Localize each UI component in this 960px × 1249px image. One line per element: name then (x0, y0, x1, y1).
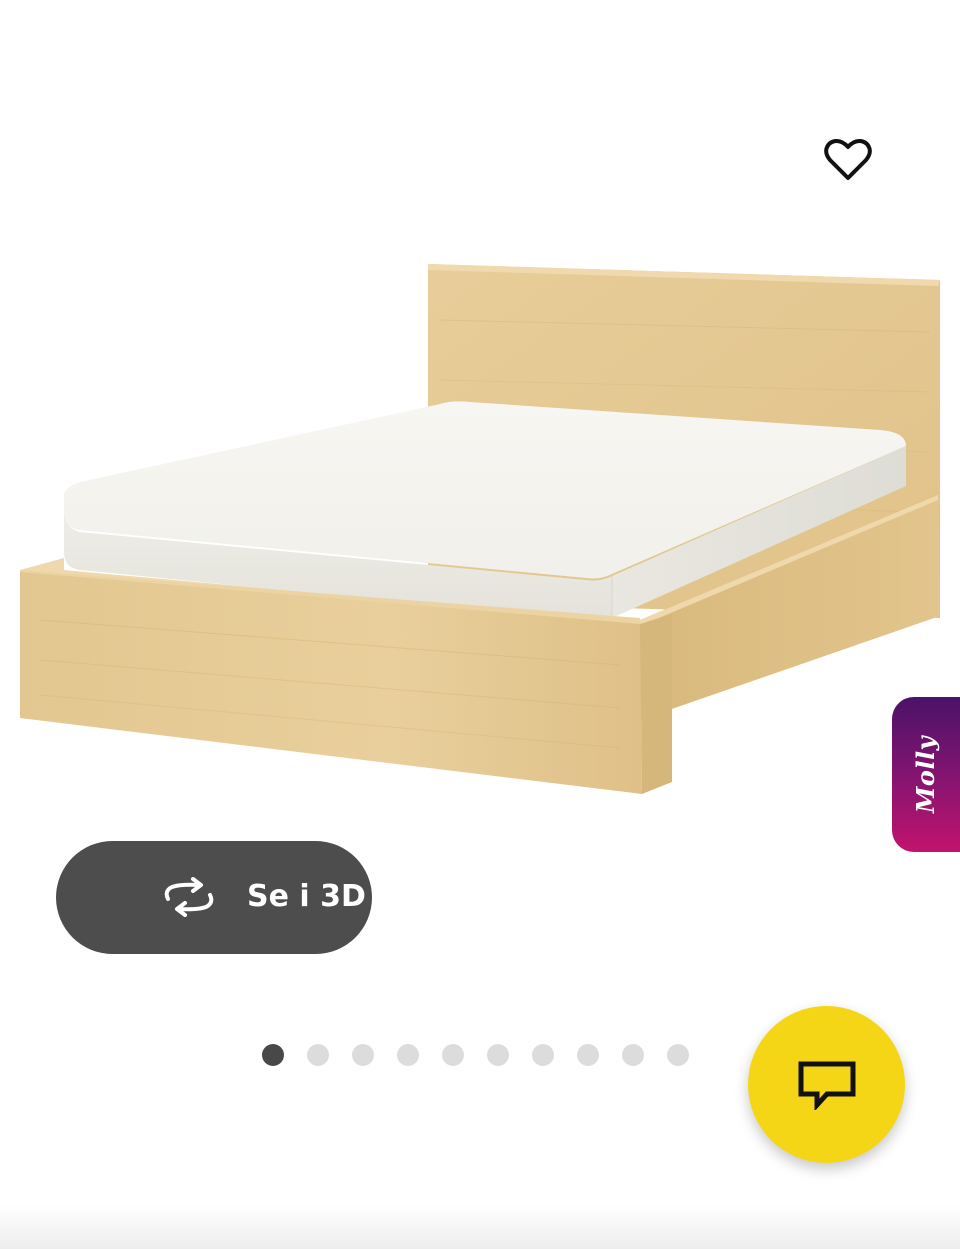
chat-button[interactable] (748, 1006, 905, 1163)
image-pager (262, 1040, 689, 1070)
heart-outline-icon (824, 138, 872, 180)
pager-dot[interactable] (667, 1044, 689, 1066)
pager-dot[interactable] (352, 1044, 374, 1066)
rotate-3d-icon (164, 877, 214, 917)
view-in-3d-button[interactable]: Se i 3D (56, 841, 372, 954)
pager-dot[interactable] (442, 1044, 464, 1066)
molly-label: Molly (911, 735, 941, 814)
product-image[interactable] (0, 240, 960, 870)
pager-dot[interactable] (397, 1044, 419, 1066)
pager-dot[interactable] (262, 1044, 284, 1066)
pager-dot[interactable] (307, 1044, 329, 1066)
pager-dot[interactable] (622, 1044, 644, 1066)
chat-bubble-icon (798, 1061, 855, 1110)
favorite-button[interactable] (812, 128, 884, 192)
view-in-3d-label: Se i 3D (247, 879, 366, 914)
pager-dot[interactable] (532, 1044, 554, 1066)
pager-dot[interactable] (577, 1044, 599, 1066)
molly-assistant-tab[interactable]: Molly (892, 697, 960, 852)
product-page: Molly Se i 3D (0, 0, 960, 1249)
pager-dot[interactable] (487, 1044, 509, 1066)
bottom-fade (0, 1205, 960, 1249)
